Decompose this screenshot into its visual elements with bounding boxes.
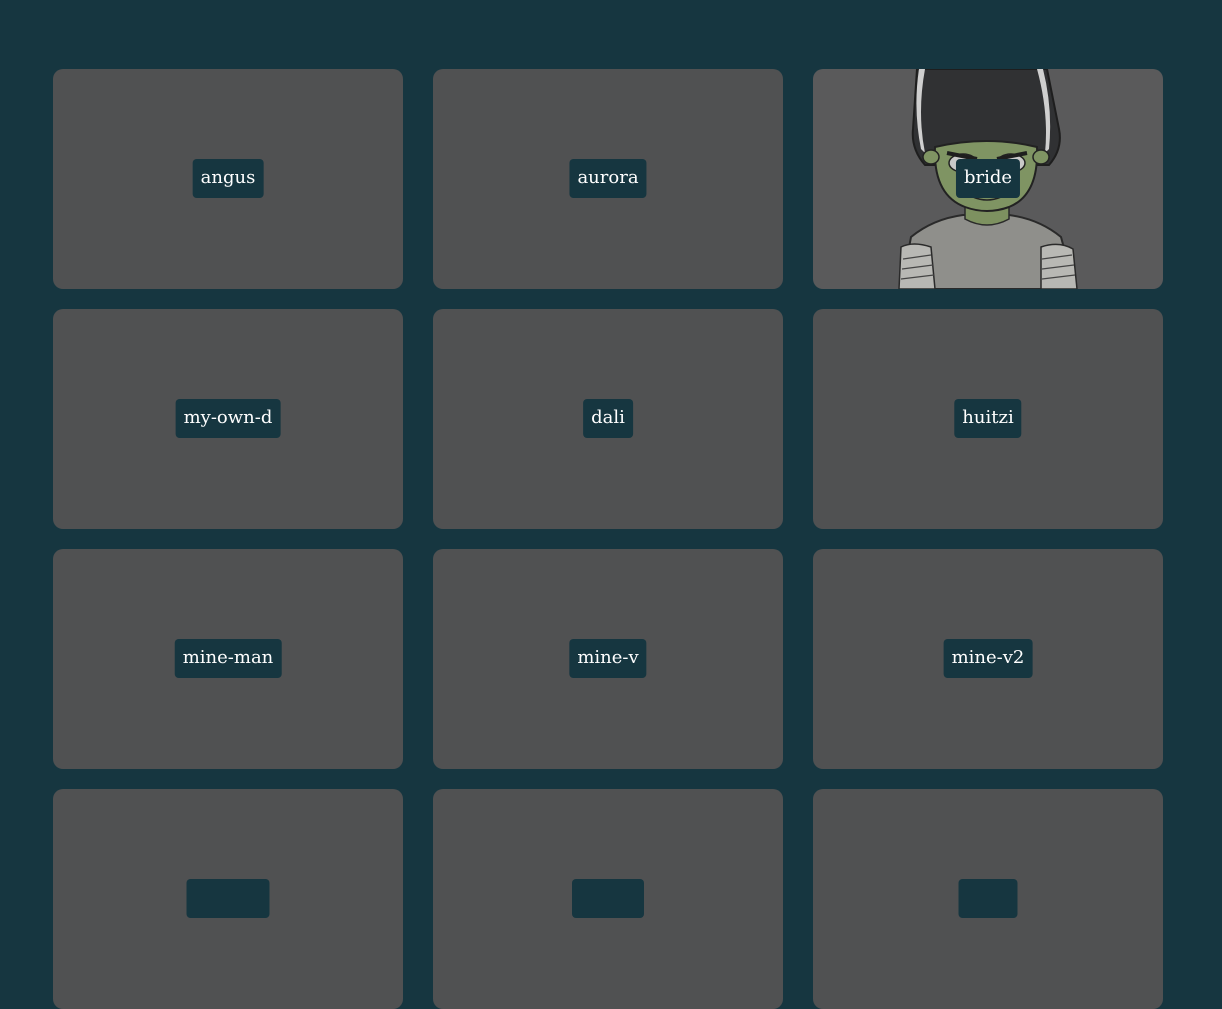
card-bride[interactable]: bride <box>813 69 1163 289</box>
card-label <box>958 879 1018 918</box>
card-label <box>186 879 270 918</box>
card-label: huitzi <box>954 399 1022 438</box>
card-mine-man[interactable]: mine-man <box>53 549 403 769</box>
card-label: dali <box>583 399 633 438</box>
card-my-own-d[interactable]: my-own-d <box>53 309 403 529</box>
card-mine-v2[interactable]: mine-v2 <box>813 549 1163 769</box>
card-row4-col2[interactable] <box>433 789 783 1009</box>
card-label: aurora <box>569 159 647 198</box>
card-row4-col3[interactable] <box>813 789 1163 1009</box>
card-angus[interactable]: angus <box>53 69 403 289</box>
card-mine-v[interactable]: mine-v <box>433 549 783 769</box>
card-label: mine-v2 <box>943 639 1033 678</box>
card-aurora[interactable]: aurora <box>433 69 783 289</box>
card-label: mine-v <box>569 639 647 678</box>
card-dali[interactable]: dali <box>433 309 783 529</box>
card-label: mine-man <box>174 639 282 678</box>
card-huitzi[interactable]: huitzi <box>813 309 1163 529</box>
card-row4-col1[interactable] <box>53 789 403 1009</box>
card-label: bride <box>955 159 1021 198</box>
card-label: my-own-d <box>175 399 281 438</box>
card-grid: angus aurora bride my-own-d dali huitzi … <box>53 69 1163 1009</box>
card-label <box>572 879 644 918</box>
card-label: angus <box>192 159 264 198</box>
